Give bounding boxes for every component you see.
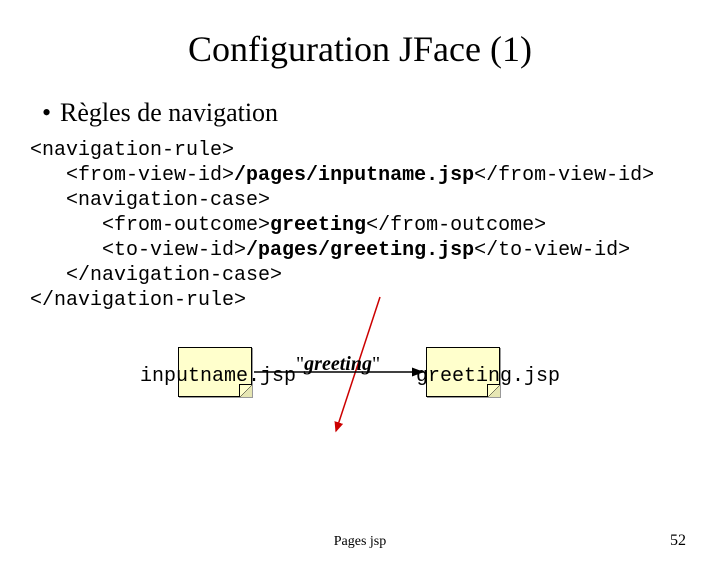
code-line: <from-outcome> — [30, 214, 270, 237]
code-line: <navigation-rule> — [30, 139, 234, 162]
code-line: <navigation-case> — [30, 189, 270, 212]
navigation-diagram: inputname.jsp greeting.jsp "greeting" — [0, 337, 720, 417]
code-line: </from-outcome> — [366, 214, 546, 237]
code-line: <to-view-id> — [30, 239, 246, 262]
quote-mark: " — [372, 353, 380, 375]
slide-title: Configuration JFace (1) — [0, 28, 720, 70]
code-line: <from-view-id> — [30, 164, 234, 187]
code-block: <navigation-rule> <from-view-id>/pages/i… — [30, 138, 720, 313]
diagram-edge-label: "greeting" — [296, 353, 380, 376]
bullet-item: •Règles de navigation — [42, 98, 720, 128]
quote-mark: " — [296, 353, 304, 375]
page-number: 52 — [670, 532, 686, 550]
bullet-text: Règles de navigation — [60, 98, 278, 127]
code-line: </navigation-rule> — [30, 289, 246, 312]
code-bold: /pages/greeting.jsp — [246, 239, 474, 262]
code-bold: greeting — [270, 214, 366, 237]
code-bold: /pages/inputname.jsp — [234, 164, 474, 187]
code-line: </navigation-case> — [30, 264, 282, 287]
bullet-dot: • — [42, 98, 60, 128]
code-line: </from-view-id> — [474, 164, 654, 187]
footer-text: Pages jsp — [0, 534, 720, 550]
edge-word: greeting — [304, 353, 372, 375]
diagram-label-source: inputname.jsp — [140, 365, 296, 388]
flow-arrow-icon — [0, 337, 720, 417]
code-line: </to-view-id> — [474, 239, 630, 262]
diagram-label-target: greeting.jsp — [416, 365, 560, 388]
